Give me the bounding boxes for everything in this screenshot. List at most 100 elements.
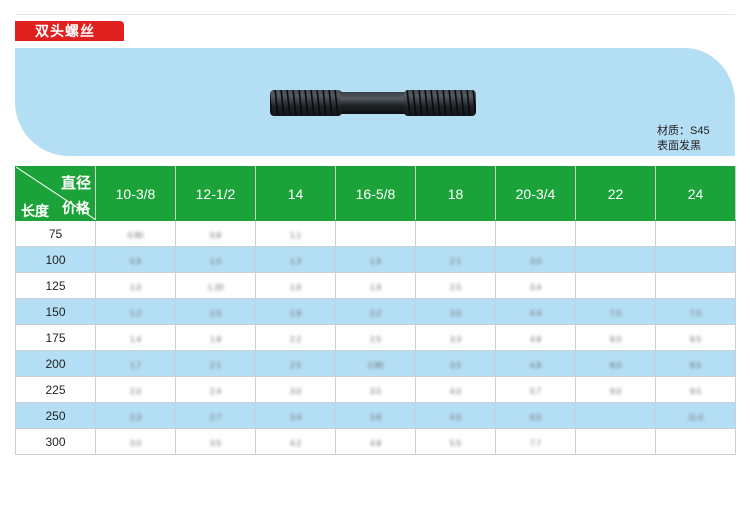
table-row: 175 1.4 1.8 2.2 2.5 3.3 4.8 8.0 8.5 [15,324,736,351]
material-text: 材质：S45 [657,125,710,137]
price-value: 2.5 [369,334,382,344]
price-value: 1.2 [129,308,142,318]
price-cell: 2.2 [335,298,416,325]
price-value: 6.0 [529,412,542,422]
price-value: 0.9 [129,256,142,266]
size-header: 20-3/4 [495,166,576,221]
price-cell: 2.1 [175,350,256,377]
price-cell: 4.8 [495,350,576,377]
price-cell: 4.8 [495,324,576,351]
table-header-row: 直径 价格 长度 10-3/8 12-1/2 14 16-5/8 18 20-3… [15,166,736,221]
price-label: 价格 [62,200,90,216]
price-value: 1.5 [209,308,222,318]
price-cell [575,246,656,273]
price-value: 3.4 [289,412,302,422]
price-cell: 1.6 [255,272,336,299]
price-value: 3.0 [449,308,462,318]
price-value: 3.5 [369,386,382,396]
price-cell: 4.0 [415,376,496,403]
price-cell: 2.5 [415,272,496,299]
price-value: 3.8 [369,412,382,422]
price-value: 5.5 [449,438,462,448]
price-value: 7.7 [529,438,542,448]
size-header: 16-5/8 [335,166,416,221]
price-value: 2.0 [129,386,142,396]
price-cell: 1.8 [175,324,256,351]
price-value: 3.5 [209,438,222,448]
price-cell: 9.0 [575,376,656,403]
price-cell: 1.8 [255,298,336,325]
size-header: 12-1/2 [175,166,256,221]
price-value: 4.8 [369,438,382,448]
price-cell: 1.0 [95,272,176,299]
price-cell: 4.8 [335,428,416,455]
price-value: 2.2 [369,308,382,318]
price-cell: 3.0 [255,376,336,403]
price-value: 7.5 [689,308,702,318]
price-value: 2.1 [449,256,462,266]
price-table: 直径 价格 长度 10-3/8 12-1/2 14 16-5/8 18 20-3… [15,166,736,455]
price-cell: 2.5 [335,324,416,351]
price-value: 9.5 [689,386,702,396]
price-cell: 3.4 [495,272,576,299]
length-label: 长度 [21,203,49,219]
price-value: 2.80 [367,360,384,370]
price-cell: 1.7 [95,350,176,377]
price-value: 9.0 [609,386,622,396]
table-corner-header: 直径 价格 长度 [15,166,96,221]
size-header: 22 [575,166,656,221]
price-cell: 3.5 [335,376,416,403]
price-cell: 2.5 [255,350,336,377]
price-cell: 4.4 [495,298,576,325]
price-cell [335,220,416,247]
price-value: 3.3 [449,334,462,344]
price-value: 4.8 [529,360,542,370]
price-value: 3.0 [289,386,302,396]
price-cell: 3.5 [415,350,496,377]
length-cell: 150 [15,298,96,325]
table-body: 75 0.80 0.8 1.1 100 0.9 1.0 1.3 1.9 2.1 3.0 125 1.0 1… [15,220,736,455]
price-cell: 3.5 [175,428,256,455]
price-value: 3.5 [449,360,462,370]
length-cell: 200 [15,350,96,377]
top-divider [15,14,735,15]
price-value: 3.4 [529,282,542,292]
price-cell: 2.2 [255,324,336,351]
table-row: 225 2.0 2.4 3.0 3.5 4.0 5.7 9.0 9.5 [15,376,736,403]
price-value: 2.4 [209,386,222,396]
price-value: 4.2 [289,438,302,448]
price-cell: 1.9 [335,246,416,273]
table-row: 150 1.2 1.5 1.8 2.2 3.0 4.4 7.5 7.5 [15,298,736,325]
price-value: 1.8 [209,334,222,344]
price-value: 4.5 [449,412,462,422]
length-cell: 75 [15,220,96,247]
table-row: 200 1.7 2.1 2.5 2.80 3.5 4.8 8.0 8.5 [15,350,736,377]
price-value: 5.7 [529,386,542,396]
price-cell: 1.9 [335,272,416,299]
price-cell: 2.3 [95,402,176,429]
price-cell: 8.5 [655,350,736,377]
section-title: 双头螺丝 [15,21,124,41]
price-cell [655,272,736,299]
price-cell: 9.5 [655,376,736,403]
price-value: 1.0 [129,282,142,292]
size-header: 18 [415,166,496,221]
price-value: 2.1 [209,360,222,370]
size-header: 24 [655,166,736,221]
price-value: 1.0 [209,256,222,266]
price-cell: 0.9 [95,246,176,273]
price-value: 8.0 [609,360,622,370]
price-value: 1.4 [129,334,142,344]
price-cell [655,220,736,247]
price-cell: 1.0 [175,246,256,273]
price-cell: 3.4 [255,402,336,429]
price-value: 4.0 [449,386,462,396]
length-cell: 175 [15,324,96,351]
price-cell: 1.3 [255,246,336,273]
price-value: 4.4 [529,308,542,318]
price-value: 1.1 [289,230,302,240]
price-value: 0.8 [209,230,222,240]
price-value: 8.5 [689,334,702,344]
price-value: 1.3 [289,256,302,266]
price-cell: 8.0 [575,350,656,377]
